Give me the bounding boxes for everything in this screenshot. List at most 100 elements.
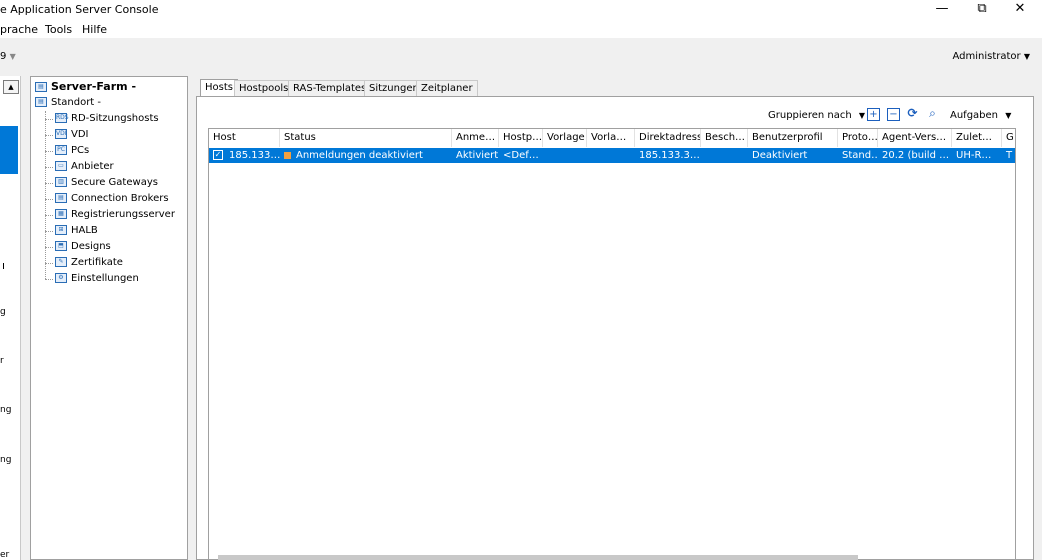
tree-item[interactable]: ⬒ Designs [55, 239, 111, 255]
nav-strip: ▲ g r ng ng er [0, 76, 21, 560]
tree-item-label: Designs [71, 241, 111, 252]
column-header[interactable]: Zulet… [952, 129, 1002, 147]
column-header[interactable]: Status [280, 129, 452, 147]
table-cell: Stand… [842, 150, 878, 161]
tree-site-label: Standort - [51, 97, 102, 108]
column-header[interactable]: Besch… [701, 129, 748, 147]
group-by-label: Gruppieren nach [768, 110, 852, 121]
column-header[interactable]: Hostp… [499, 129, 543, 147]
farm-selector[interactable]: 9 ▼ [0, 51, 16, 62]
tree-item[interactable]: ▤ Connection Brokers [55, 191, 169, 207]
caret-down-icon: ▼ [1005, 111, 1012, 120]
chevron-down-icon: ▼ [9, 52, 16, 61]
tree-item-label: Connection Brokers [71, 193, 169, 204]
column-header[interactable]: Proto… [838, 129, 878, 147]
farm-tree: ▤ Server-Farm - ▤ Standort - RDS RD-Sitzung… [30, 76, 188, 560]
tree-connector [45, 247, 53, 248]
nav-item-fragment[interactable] [0, 262, 4, 272]
user-menu[interactable]: Administrator ▼ [952, 51, 1030, 62]
tree-item[interactable]: ▦ Registrierungsserver [55, 207, 175, 223]
column-header[interactable]: Host [209, 129, 280, 147]
tree-connector [45, 263, 53, 264]
restore-button[interactable]: ⧉ [966, 0, 998, 18]
nav-item-fragment[interactable]: ng [0, 405, 11, 415]
table-cell: 20.2 (build … [882, 150, 950, 161]
tree-connector [45, 111, 46, 279]
nav-item-fragment[interactable]: ng [0, 455, 11, 465]
tree-item[interactable]: ⊞ HALB [55, 223, 98, 239]
column-header[interactable]: Anme… [452, 129, 499, 147]
tab-hostpools[interactable]: Hostpools [234, 80, 294, 97]
nav-item-fragment[interactable]: er [0, 550, 9, 560]
column-header[interactable]: Vorlage [543, 129, 587, 147]
halb-icon: ⊞ [55, 225, 67, 235]
settings-gear-icon: ⚙ [55, 273, 67, 283]
nav-item-selected[interactable] [0, 126, 18, 174]
column-header[interactable]: Benutzerprofil [748, 129, 838, 147]
status-text: Anmeldungen deaktiviert [296, 150, 423, 161]
add-icon[interactable]: + [867, 108, 880, 121]
tasks-menu[interactable]: Aufgaben ▼ [950, 110, 1011, 121]
tree-item-label: Secure Gateways [71, 177, 158, 188]
table-cell [543, 148, 587, 163]
tree-item-label: VDI [71, 129, 89, 140]
status-warning-icon [284, 151, 291, 159]
tree-item-label: Zertifikate [71, 257, 123, 268]
table-cell [701, 148, 748, 163]
tree-connector [45, 199, 53, 200]
collapse-icon[interactable]: ▲ [3, 80, 19, 94]
tree-item-label: Registrierungsserver [71, 209, 175, 220]
menu-tools[interactable]: Tools [45, 23, 72, 36]
menu-sprache[interactable]: prache [0, 23, 38, 36]
tree-item-label: Einstellungen [71, 273, 139, 284]
tree-connector [45, 183, 53, 184]
caret-down-icon: ▼ [858, 111, 866, 120]
tree-item[interactable]: ▭ Anbieter [55, 159, 114, 175]
group-by-menu[interactable]: Gruppieren nach ▼ [768, 110, 865, 121]
tree-root-label: Server-Farm - [51, 80, 137, 93]
tree-item[interactable]: RDS RD-Sitzungshosts [55, 111, 159, 127]
tab-zeitplaner[interactable]: Zeitplaner [416, 80, 478, 97]
tree-item[interactable]: ⚙ Einstellungen [55, 271, 139, 287]
close-button[interactable]: ✕ [1004, 0, 1036, 18]
tree-item[interactable]: VDI VDI [55, 127, 89, 143]
tree-item[interactable]: ▥ Secure Gateways [55, 175, 158, 191]
site-icon: ▤ [35, 97, 47, 107]
column-header[interactable]: Agent-Vers… [878, 129, 952, 147]
tree-root[interactable]: ▤ Server-Farm - [35, 79, 136, 95]
gateway-icon: ▥ [55, 177, 67, 187]
tree-item-label: Anbieter [71, 161, 114, 172]
table-cell: Aktiviert [456, 150, 499, 161]
table-cell: <Def… [503, 150, 539, 161]
column-header[interactable]: Vorla… [587, 129, 635, 147]
tree-item-label: RD-Sitzungshosts [71, 113, 159, 124]
table-cell: 185.133… [229, 150, 280, 161]
broker-icon: ▤ [55, 193, 67, 203]
tree-connector [45, 167, 53, 168]
menu-hilfe[interactable]: Hilfe [82, 23, 107, 36]
tree-item[interactable]: PC PCs [55, 143, 89, 159]
nav-item-fragment[interactable]: r [0, 356, 4, 366]
tree-connector [45, 215, 53, 216]
horizontal-scrollbar[interactable] [218, 555, 858, 560]
user-name: Administrator [952, 51, 1021, 62]
pc-icon: PC [55, 145, 67, 155]
minimize-button[interactable]: — [926, 0, 958, 18]
column-header[interactable]: Direktadresse [635, 129, 701, 147]
tab-ras-templates[interactable]: RAS-Templates [288, 80, 372, 97]
tree-connector [45, 231, 53, 232]
search-icon[interactable]: ⌕ [926, 107, 939, 121]
refresh-icon[interactable]: ⟳ [906, 107, 919, 121]
tree-item[interactable]: ✎ Zertifikate [55, 255, 123, 271]
table-cell [587, 148, 635, 163]
top-toolbar [0, 38, 1042, 74]
tab-hosts[interactable]: Hosts [200, 79, 238, 97]
column-header[interactable]: G [1002, 129, 1015, 147]
table-cell: 185.133.3… [639, 150, 700, 161]
table-row[interactable]: ✓ 185.133… Anmeldungen deaktiviert Aktivie… [209, 148, 1015, 163]
row-checkbox[interactable]: ✓ [213, 150, 223, 160]
remove-icon[interactable]: − [887, 108, 900, 121]
nav-item-fragment[interactable]: g [0, 307, 6, 317]
tree-site[interactable]: ▤ Standort - [35, 95, 101, 111]
tab-sitzungen[interactable]: Sitzungen [364, 80, 424, 97]
